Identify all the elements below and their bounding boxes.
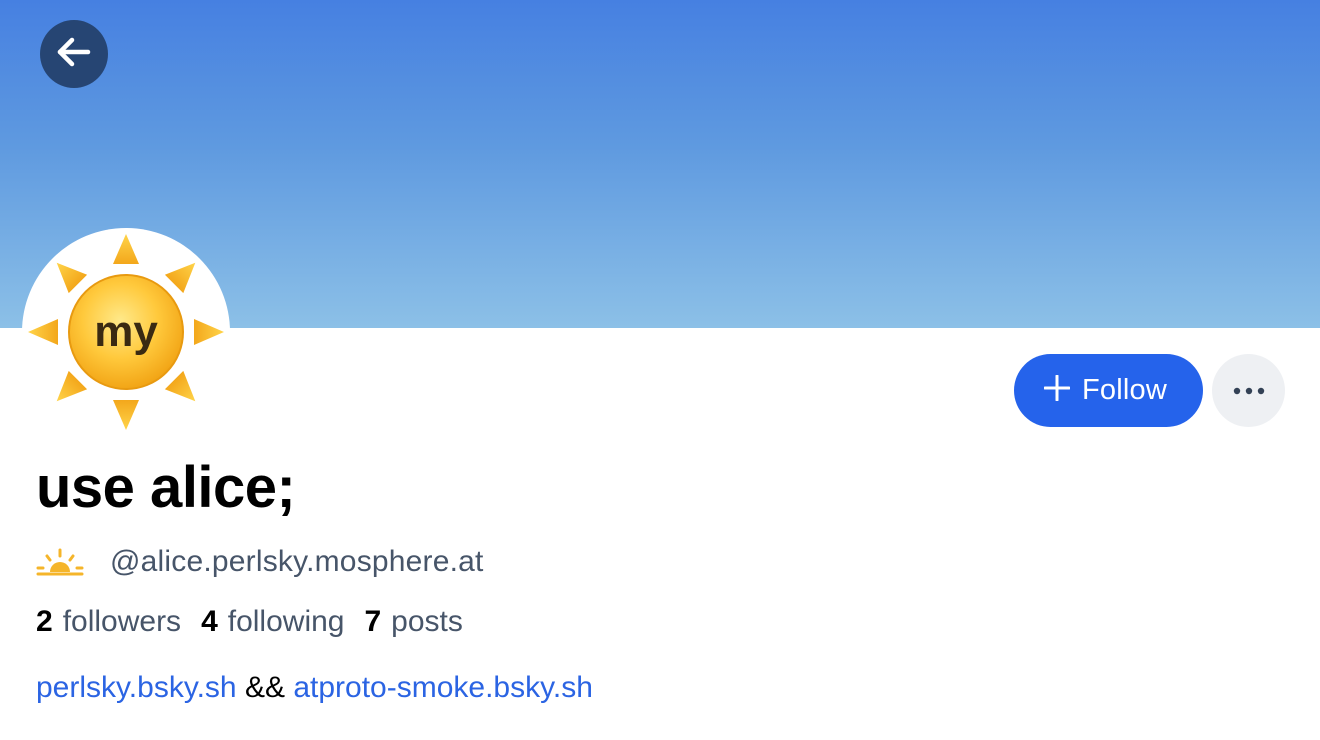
back-button[interactable] (40, 20, 108, 88)
arrow-left-icon (54, 32, 94, 77)
bio-link-perlsky[interactable]: perlsky.bsky.sh (36, 671, 237, 705)
avatar[interactable]: my (22, 228, 230, 436)
profile-bio: perlsky.bsky.sh && atproto-smoke.bsky.sh (36, 666, 593, 710)
posts-label: posts (391, 605, 463, 638)
display-name: use alice; (36, 455, 296, 520)
ellipsis-icon (1233, 382, 1265, 400)
followers-stat[interactable]: 2 followers (36, 605, 181, 639)
posts-count: 7 (364, 605, 382, 638)
avatar-text: my (94, 307, 158, 356)
profile-stats: 2 followers 4 following 7 posts (36, 600, 483, 644)
bio-link-atproto-smoke[interactable]: atproto-smoke.bsky.sh (293, 671, 593, 705)
profile-page: my Follow use alice; @alice.perlsky.mosp… (0, 0, 1320, 740)
following-label: following (227, 605, 345, 638)
posts-stat: 7 posts (364, 605, 462, 639)
sun-avatar-icon: my (28, 234, 224, 430)
profile-handle: @alice.perlsky.mosphere.at (110, 545, 484, 578)
bio-separator: && (236, 671, 294, 704)
following-stat[interactable]: 4 following (201, 605, 344, 639)
sunrise-icon (36, 540, 88, 584)
follow-label: Follow (1082, 374, 1167, 406)
handle-row: @alice.perlsky.mosphere.at (36, 540, 484, 584)
more-options-button[interactable] (1212, 354, 1285, 427)
following-count: 4 (201, 605, 218, 638)
follow-button[interactable]: Follow (1014, 354, 1203, 427)
plus-icon (1043, 374, 1071, 406)
followers-label: followers (62, 605, 182, 638)
followers-count: 2 (36, 605, 53, 638)
